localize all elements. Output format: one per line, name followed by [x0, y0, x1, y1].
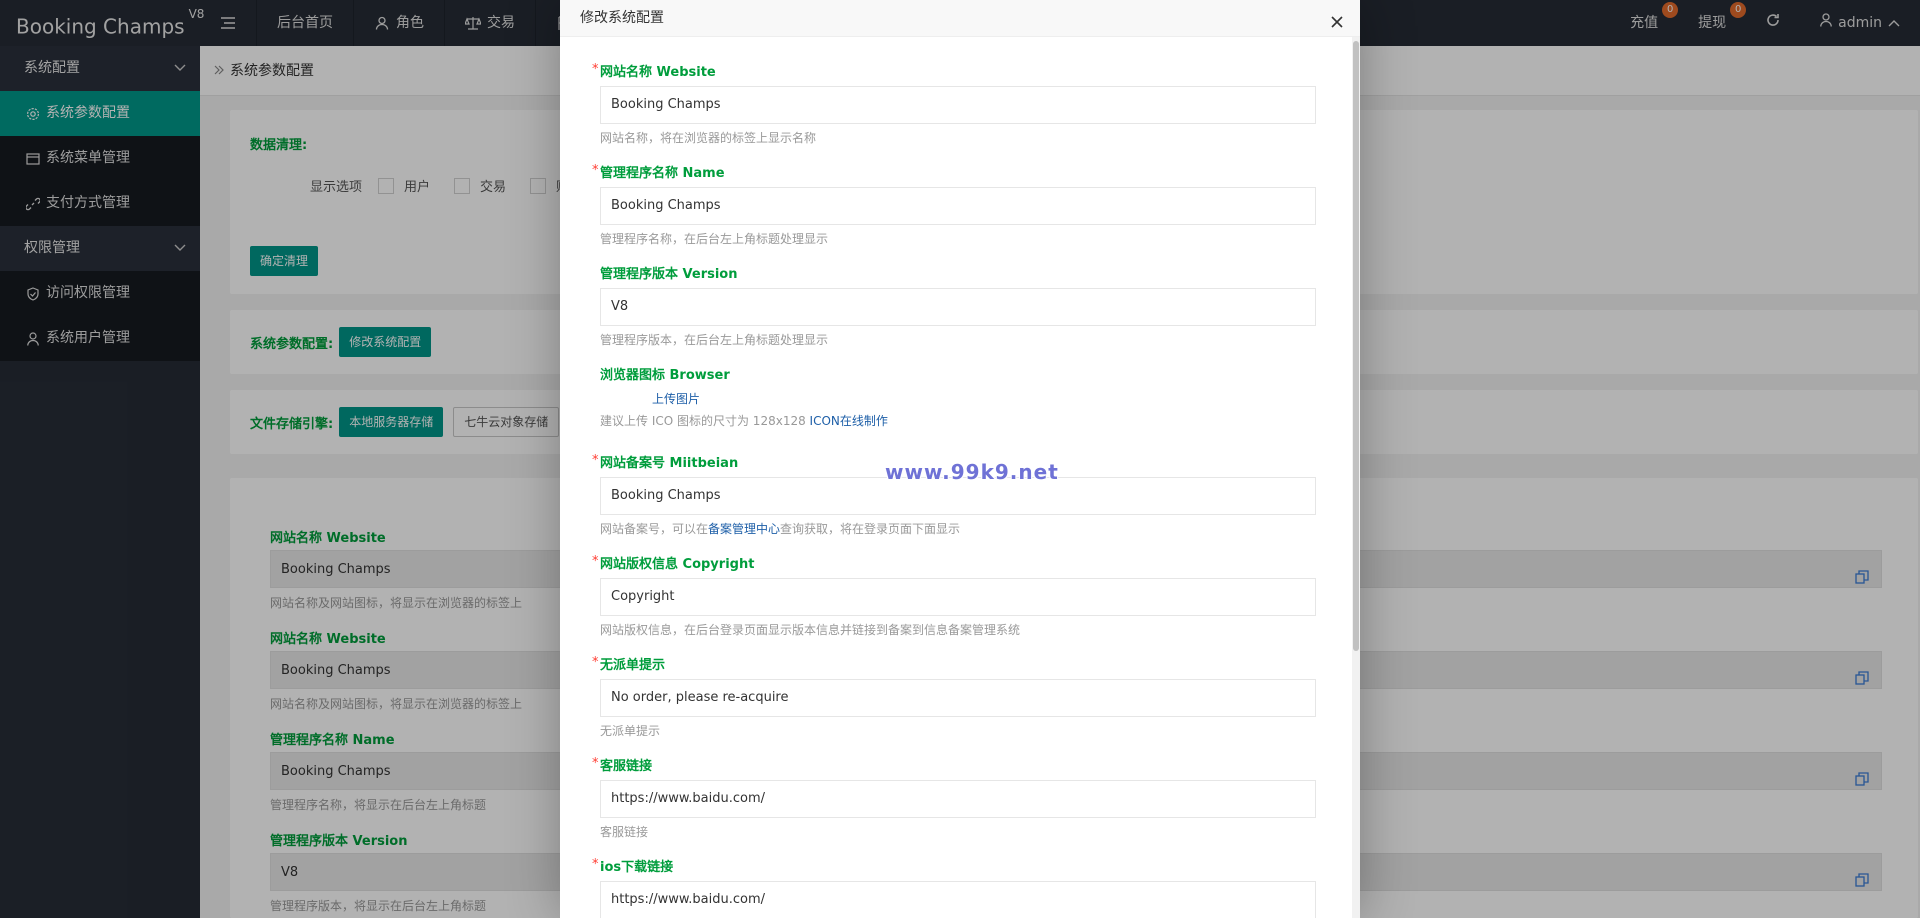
field-help: 无派单提示 — [600, 724, 661, 738]
modal-scrollbar[interactable] — [1352, 37, 1360, 918]
field-help: 管理程序名称，在后台左上角标题处理显示 — [600, 232, 829, 246]
website-input[interactable]: Booking Champs — [600, 86, 1316, 124]
ios-link-input[interactable]: https://www.baidu.com/ — [600, 881, 1316, 918]
watermark-text: www.99k9.net — [885, 460, 1059, 484]
field-version: 管理程序版本 Version V8 管理程序版本，在后台左上角标题处理显示 — [600, 266, 1316, 348]
field-label: * ios下载链接 — [592, 857, 674, 875]
name-input[interactable]: Booking Champs — [600, 187, 1316, 225]
required-mark: * — [592, 163, 599, 178]
field-help: 客服链接 — [600, 825, 649, 839]
edit-config-modal: 修改系统配置 * 网站名称 Website Booking Champs 网站名称… — [560, 0, 1360, 918]
copyright-input[interactable]: Copyright — [600, 578, 1316, 616]
field-no-order: * 无派单提示 No order, please re-acquire 无派单提示 — [592, 655, 1316, 739]
field-help: 网站版权信息，在后台登录页面显示版本信息并链接到备案到信息备案管理系统 — [600, 623, 1021, 637]
field-help: 网站名称，将在浏览器的标签上显示名称 — [600, 131, 817, 145]
modal-title: 修改系统配置 — [580, 10, 664, 26]
close-icon[interactable] — [1328, 9, 1346, 28]
field-label: * 网站名称 Website — [592, 62, 716, 80]
field-help: 管理程序版本，在后台左上角标题处理显示 — [600, 333, 829, 347]
required-mark: * — [592, 453, 599, 468]
field-ios-link: * ios下载链接 https://www.baidu.com/ — [592, 857, 1316, 918]
field-website: * 网站名称 Website Booking Champs 网站名称，将在浏览器的… — [592, 62, 1316, 146]
field-label: * 管理程序名称 Name — [592, 163, 725, 181]
field-label: 管理程序版本 Version — [600, 267, 738, 282]
field-label: * 无派单提示 — [592, 655, 666, 673]
field-copyright: * 网站版权信息 Copyright Copyright 网站版权信息，在后台登录… — [592, 554, 1316, 638]
field-browser-icon: 浏览器图标 Browser 上传图片 建议上传 ICO 图标的尺寸为 128x1… — [600, 367, 1316, 429]
field-label: * 网站版权信息 Copyright — [592, 554, 755, 572]
version-input[interactable]: V8 — [600, 288, 1316, 326]
required-mark: * — [592, 655, 599, 670]
service-link-input[interactable]: https://www.baidu.com/ — [600, 780, 1316, 818]
icon-maker-link[interactable]: ICON在线制作 — [810, 414, 888, 428]
required-mark: * — [592, 756, 599, 771]
required-mark: * — [592, 554, 599, 569]
field-name: * 管理程序名称 Name Booking Champs 管理程序名称，在后台左上… — [592, 163, 1316, 247]
field-help: 建议上传 ICO 图标的尺寸为 128x128 ICON在线制作 — [600, 414, 888, 428]
field-service-link: * 客服链接 https://www.baidu.com/ 客服链接 — [592, 756, 1316, 840]
scrollbar-thumb[interactable] — [1353, 41, 1359, 651]
beian-center-link[interactable]: 备案管理中心 — [708, 522, 780, 536]
modal-header: 修改系统配置 — [560, 0, 1360, 37]
required-mark: * — [592, 62, 599, 77]
field-label: 浏览器图标 Browser — [600, 368, 730, 383]
field-label: * 客服链接 — [592, 756, 653, 774]
upload-image-link[interactable]: 上传图片 — [652, 391, 1316, 407]
required-mark: * — [592, 857, 599, 872]
field-help: 网站备案号，可以在备案管理中心查询获取，将在登录页面下面显示 — [600, 522, 961, 536]
no-order-input[interactable]: No order, please re-acquire — [600, 679, 1316, 717]
